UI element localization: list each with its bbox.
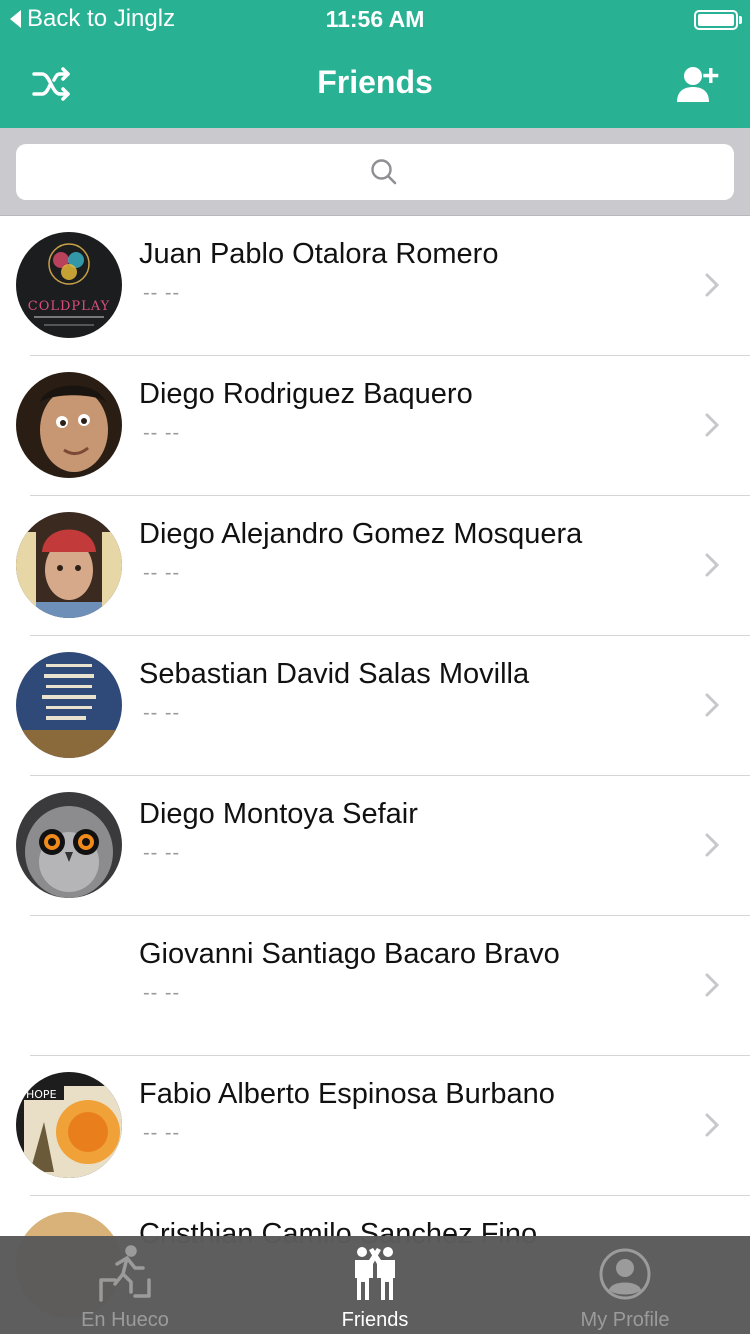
- svg-text:HOPE: HOPE: [26, 1088, 57, 1101]
- friend-row[interactable]: Giovanni Santiago Bacaro Bravo -- --: [0, 916, 750, 1056]
- friend-row[interactable]: Diego Alejandro Gomez Mosquera -- --: [0, 496, 750, 636]
- avatar: [16, 792, 122, 898]
- avatar: [16, 652, 122, 758]
- avatar: [16, 372, 122, 478]
- tab-bar: En Hueco Friends My Profile: [0, 1236, 750, 1334]
- chevron-right-icon: [705, 553, 720, 577]
- status-time: 11:56 AM: [325, 6, 425, 32]
- friend-name: Giovanni Santiago Bacaro Bravo: [139, 938, 560, 970]
- friend-row[interactable]: COLDPLAY Juan Pablo Otalora Romero -- --: [0, 216, 750, 356]
- tab-my-profile[interactable]: My Profile: [500, 1236, 750, 1334]
- avatar: COLDPLAY: [16, 232, 122, 338]
- battery-icon: [694, 10, 742, 30]
- profile-icon: [599, 1248, 651, 1300]
- chevron-right-icon: [705, 413, 720, 437]
- friend-subtitle: -- --: [143, 702, 181, 724]
- friend-name: Sebastian David Salas Movilla: [139, 658, 530, 690]
- friends-icon: [355, 1247, 395, 1300]
- friend-row[interactable]: Diego Rodriguez Baquero -- --: [0, 356, 750, 496]
- friend-row[interactable]: Sebastian David Salas Movilla -- --: [0, 636, 750, 776]
- tab-label: My Profile: [580, 1309, 670, 1331]
- running-person-icon: [99, 1245, 151, 1302]
- chevron-right-icon: [705, 833, 720, 857]
- tab-label: Friends: [341, 1309, 409, 1331]
- chevron-right-icon: [705, 273, 720, 297]
- tab-label: En Hueco: [81, 1309, 169, 1331]
- friend-row[interactable]: Diego Montoya Sefair -- --: [0, 776, 750, 916]
- chevron-right-icon: [705, 973, 720, 997]
- chevron-right-icon: [705, 1113, 720, 1137]
- search-icon: [371, 159, 397, 185]
- friend-name: Fabio Alberto Espinosa Burbano: [139, 1078, 555, 1110]
- avatar: [16, 512, 122, 618]
- svg-text:COLDPLAY: COLDPLAY: [28, 299, 110, 314]
- status-bar: Back to Jinglz 11:56 AM: [0, 0, 750, 40]
- friend-subtitle: -- --: [143, 982, 181, 1004]
- friend-name: Diego Rodriguez Baquero: [139, 378, 473, 410]
- add-user-icon[interactable]: [676, 64, 720, 104]
- avatar: HOPE: [16, 1072, 122, 1178]
- navigation-bar: Back to Jinglz 11:56 AM Friends: [0, 0, 750, 128]
- friend-name: Diego Montoya Sefair: [139, 798, 418, 830]
- chevron-right-icon: [705, 693, 720, 717]
- friends-list: COLDPLAY Juan Pablo Otalora Romero -- --…: [0, 216, 750, 1336]
- page-title: Friends: [317, 64, 433, 100]
- tab-friends[interactable]: Friends: [250, 1236, 500, 1334]
- search-bar: [0, 128, 750, 216]
- friend-name: Diego Alejandro Gomez Mosquera: [139, 518, 583, 550]
- tab-en-hueco[interactable]: En Hueco: [0, 1236, 250, 1334]
- friend-subtitle: -- --: [143, 562, 181, 584]
- friend-subtitle: -- --: [143, 842, 181, 864]
- search-input[interactable]: [16, 144, 734, 200]
- friend-row[interactable]: HOPE Fabio Alberto Espinosa Burbano -- -…: [0, 1056, 750, 1196]
- friend-subtitle: -- --: [143, 282, 181, 304]
- friend-name: Juan Pablo Otalora Romero: [139, 238, 499, 270]
- friend-subtitle: -- --: [143, 1122, 181, 1144]
- friend-subtitle: -- --: [143, 422, 181, 444]
